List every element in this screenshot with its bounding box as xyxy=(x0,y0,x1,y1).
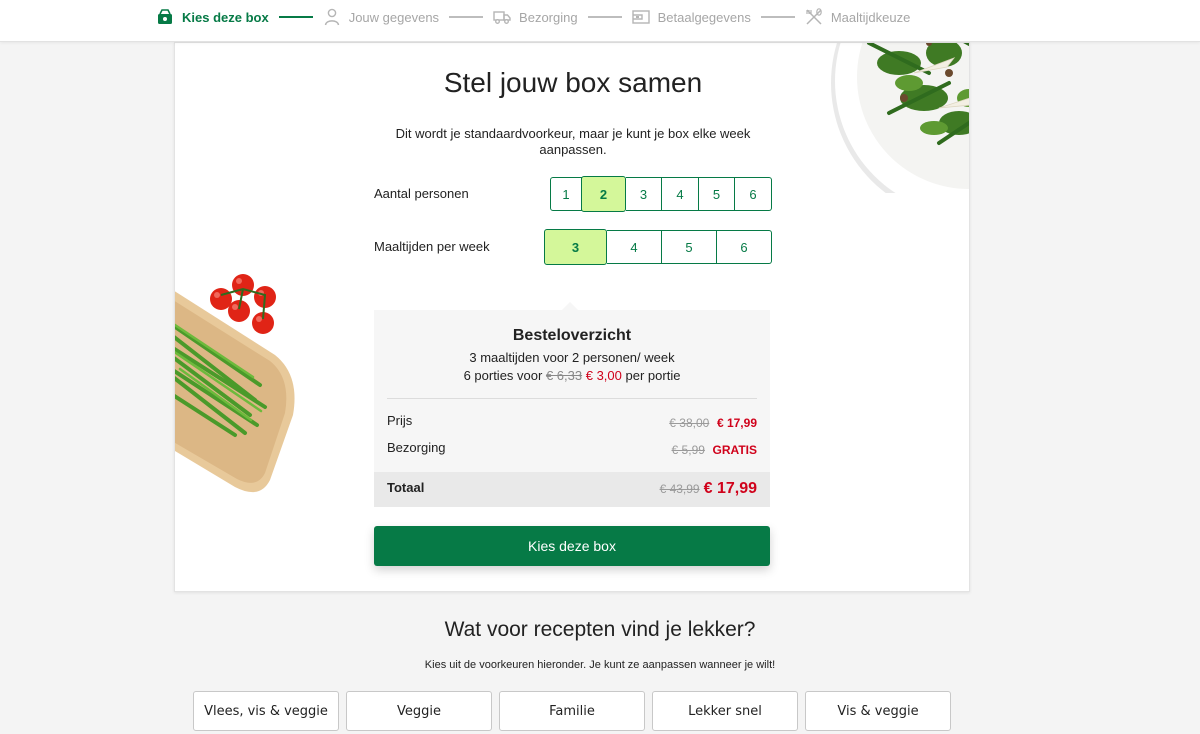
delivery-label: Bezorging xyxy=(387,440,446,455)
pref-vis-veggie[interactable]: Vis & veggie xyxy=(805,691,951,731)
preferences-title: Wat voor recepten vind je lekker? xyxy=(444,618,756,641)
total-old: € 43,99 xyxy=(659,482,700,496)
meals-label: Maaltijden per week xyxy=(374,239,490,254)
persons-option-6[interactable]: 6 xyxy=(735,177,772,211)
delivery-row: Bezorging € 5,99 GRATIS xyxy=(387,440,757,457)
pref-familie[interactable]: Familie xyxy=(499,691,645,731)
portion-old-price: € 6,33 xyxy=(545,368,583,383)
summary-portion-line: 6 porties voor € 6,33 € 3,00 per portie xyxy=(374,368,770,383)
delivery-old: € 5,99 xyxy=(671,443,705,457)
step-label: Jouw gegevens xyxy=(348,9,440,25)
persons-label: Aantal personen xyxy=(374,186,469,201)
step-connector xyxy=(278,16,313,18)
meals-option-5[interactable]: 5 xyxy=(662,230,717,264)
persons-option-1[interactable]: 1 xyxy=(550,177,582,211)
step-jouw-gegevens[interactable]: Jouw gegevens xyxy=(323,8,439,26)
step-connector xyxy=(449,16,484,18)
delivery-new: GRATIS xyxy=(712,443,757,457)
pref-lekker-snel[interactable]: Lekker snel xyxy=(652,691,798,731)
choose-box-button[interactable]: Kies deze box xyxy=(374,526,770,566)
checkout-stepper: Kies deze box Jouw gegevens Bezorging Be… xyxy=(0,0,1200,42)
step-label: Maaltijdkeuze xyxy=(830,9,911,25)
step-connector xyxy=(587,16,622,18)
total-label: Totaal xyxy=(387,480,425,495)
meals-option-4[interactable]: 4 xyxy=(607,230,662,264)
pref-vlees-vis-veggie[interactable]: Vlees, vis & veggie xyxy=(193,691,339,731)
utensils-icon xyxy=(805,8,823,26)
persons-option-4[interactable]: 4 xyxy=(662,177,699,211)
preferences-subtitle: Kies uit de voorkeuren hieronder. Je kun… xyxy=(424,659,776,671)
meals-option-6[interactable]: 6 xyxy=(717,230,772,264)
step-kies-deze-box[interactable]: Kies deze box xyxy=(156,8,269,26)
price-label: Prijs xyxy=(387,413,413,428)
meals-option-3[interactable]: 3 xyxy=(544,229,607,265)
pref-veggie[interactable]: Veggie xyxy=(346,691,492,731)
cutting-board-image xyxy=(175,274,295,493)
page-subtitle: Dit wordt je standaardvoorkeur, maar je … xyxy=(395,126,751,157)
wallet-icon xyxy=(631,8,650,26)
total-new: € 17,99 xyxy=(703,480,757,497)
step-bezorging[interactable]: Bezorging xyxy=(493,8,578,26)
portion-prefix: 6 porties voor xyxy=(463,368,543,383)
meals-selector: 3 4 5 6 xyxy=(544,229,772,265)
total-row: Totaal € 43,99 € 17,99 xyxy=(374,472,770,507)
step-maaltijdkeuze[interactable]: Maaltijdkeuze xyxy=(805,8,911,26)
step-label: Kies deze box xyxy=(182,9,269,25)
step-betaalgegevens[interactable]: Betaalgegevens xyxy=(631,8,751,26)
persons-option-5[interactable]: 5 xyxy=(699,177,735,211)
order-summary: Besteloverzicht 3 maaltijden voor 2 pers… xyxy=(374,310,770,507)
persons-option-2[interactable]: 2 xyxy=(581,176,626,212)
step-label: Betaalgegevens xyxy=(657,9,751,25)
box-icon xyxy=(156,8,174,26)
price-new: € 17,99 xyxy=(716,416,757,430)
box-configurator-card: Stel jouw box samen Dit wordt je standaa… xyxy=(174,42,970,592)
persons-option-3[interactable]: 3 xyxy=(626,177,662,211)
summary-caret xyxy=(562,302,578,310)
preferences-options: Vlees, vis & veggie Veggie Familie Lekke… xyxy=(193,691,958,731)
salad-plate-image xyxy=(831,43,969,193)
page-title: Stel jouw box samen xyxy=(443,67,703,98)
portion-suffix: per portie xyxy=(625,368,681,383)
price-old: € 38,00 xyxy=(669,416,710,430)
truck-icon xyxy=(493,8,511,26)
step-connector xyxy=(760,16,795,18)
price-row: Prijs € 38,00 € 17,99 xyxy=(387,413,757,430)
persons-selector: 1 2 3 4 5 6 xyxy=(550,176,772,212)
portion-new-price: € 3,00 xyxy=(585,368,622,383)
summary-divider xyxy=(387,398,757,399)
summary-title: Besteloverzicht xyxy=(512,327,632,344)
step-label: Bezorging xyxy=(519,9,578,25)
summary-meals-line: 3 maaltijden voor 2 personen/ week xyxy=(469,350,675,365)
user-icon xyxy=(323,8,341,26)
